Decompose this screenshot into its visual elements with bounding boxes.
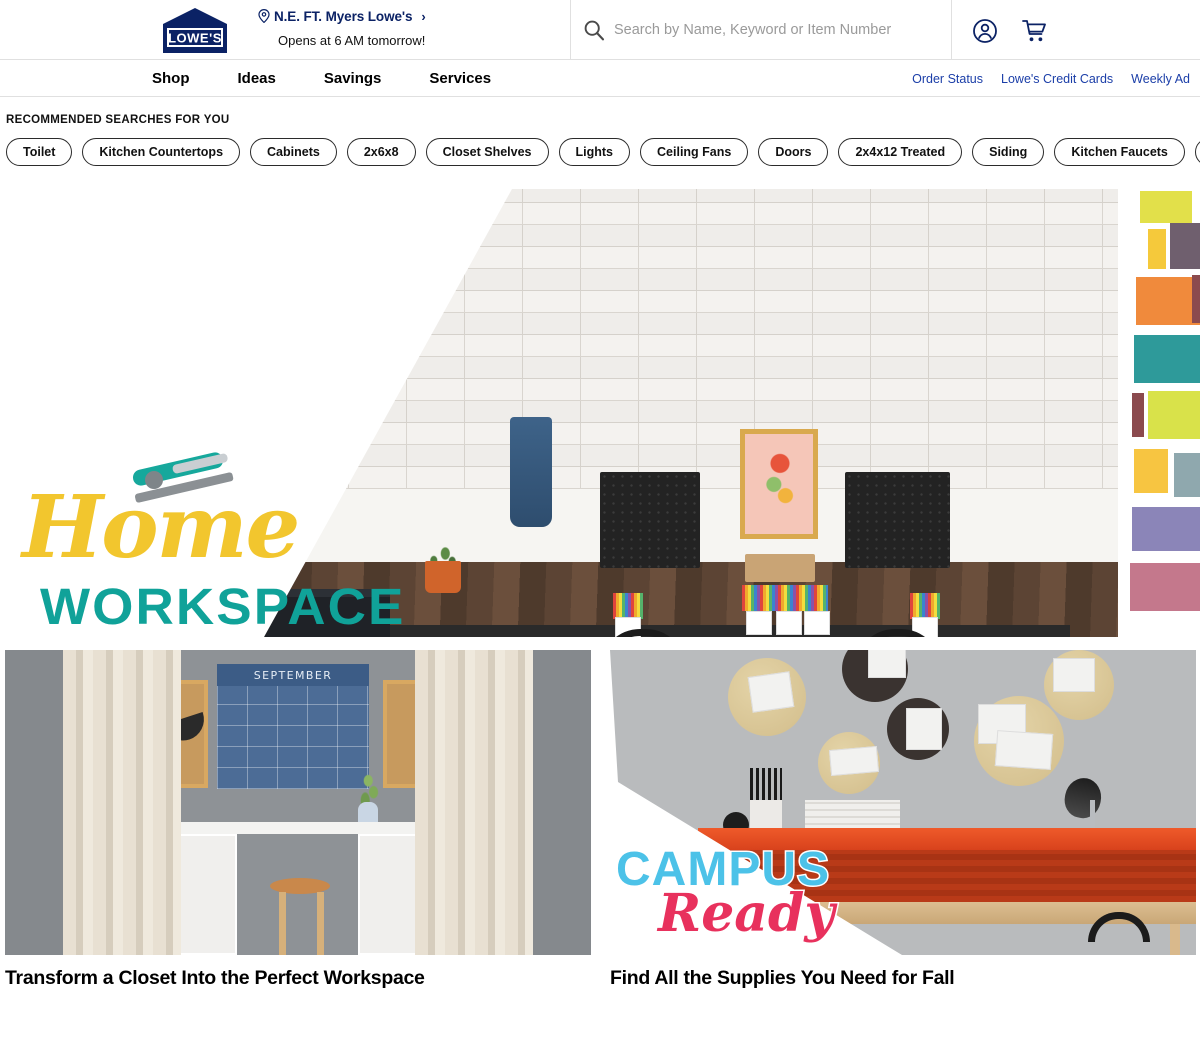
chip-ceiling-fans[interactable]: Ceiling Fans	[640, 138, 749, 166]
chip-toilet[interactable]: Toilet	[6, 138, 73, 166]
pinned-photo	[1053, 658, 1095, 692]
site-header: LOWE'S N.E. FT. Myers Lowe's › Opens at …	[0, 0, 1200, 60]
denim-jacket	[510, 417, 552, 527]
store-hours: Opens at 6 AM tomorrow!	[278, 33, 426, 48]
feature-card-closet[interactable]: SEPTEMBER Transform a Closet Into the Pe…	[5, 650, 591, 990]
hero-word-home: Home	[22, 477, 300, 578]
nav-link-order-status[interactable]: Order Status	[912, 72, 983, 86]
lowes-logo-icon: LOWE'S	[163, 8, 227, 53]
pencil-bundle	[750, 768, 782, 802]
chip-2x4x12-treated[interactable]: 2x4x12 Treated	[838, 138, 963, 166]
curtain-left	[63, 650, 181, 955]
card-title-closet[interactable]: Transform a Closet Into the Perfect Work…	[5, 967, 591, 990]
card-title-campus[interactable]: Find All the Supplies You Need for Fall	[610, 967, 1196, 990]
feature-card-row: SEPTEMBER Transform a Closet Into the Pe…	[0, 650, 1200, 990]
location-pin-icon	[258, 9, 270, 23]
campus-overlay-bottom: Ready	[657, 883, 837, 944]
pegboard-right	[845, 472, 950, 568]
pinned-photo	[747, 671, 795, 713]
chevron-right-icon: ›	[421, 8, 426, 24]
desk-leg	[1170, 924, 1180, 955]
search-input[interactable]	[614, 21, 934, 38]
hero-word-makeover: MAKEOVER	[40, 635, 289, 637]
primary-nav: Shop Ideas Savings Services	[152, 60, 491, 97]
nav-item-ideas[interactable]: Ideas	[238, 70, 276, 87]
chip-doors[interactable]: Doors	[758, 138, 829, 166]
store-name: N.E. FT. Myers Lowe's	[274, 8, 413, 24]
chip-2x6x8[interactable]: 2x6x8	[346, 138, 416, 166]
chip-closet-shelves[interactable]: Closet Shelves	[425, 138, 549, 166]
search-icon	[584, 20, 605, 40]
recommended-chip-row: Toilet Kitchen Countertops Cabinets 2x6x…	[6, 138, 1200, 166]
stool-leg	[317, 892, 324, 955]
pegboard-left	[600, 472, 700, 568]
nav-link-lowes-credit-cards[interactable]: Lowe's Credit Cards	[1001, 72, 1113, 86]
book-stack	[805, 800, 900, 830]
nav-link-weekly-ad[interactable]: Weekly Ad	[1131, 72, 1190, 86]
framed-art	[740, 429, 818, 539]
store-name-row[interactable]: N.E. FT. Myers Lowe's ›	[258, 7, 558, 25]
chip-kitchen-faucets[interactable]: Kitchen Faucets	[1054, 138, 1185, 166]
plant-leaves	[420, 519, 466, 565]
pinned-note	[828, 745, 880, 777]
terracotta-pot	[425, 561, 461, 593]
account-icon[interactable]	[972, 18, 998, 44]
curtain-right	[415, 650, 533, 955]
main-navigation: Shop Ideas Savings Services Order Status…	[0, 60, 1200, 97]
campus-desk-photo[interactable]: CAMPUS Ready	[610, 650, 1196, 955]
pinned-photo	[868, 650, 906, 678]
plant	[350, 760, 388, 806]
nav-item-savings[interactable]: Savings	[324, 70, 382, 87]
cart-icon[interactable]	[1021, 18, 1047, 44]
hero-banner[interactable]: Home WORKSPACE MAKEOVER Learn More	[0, 189, 1200, 637]
closet-workspace-photo[interactable]: SEPTEMBER	[5, 650, 591, 955]
hero-word-workspace: WORKSPACE	[40, 578, 406, 635]
chip-siding[interactable]: Siding	[972, 138, 1045, 166]
calendar-month-label: SEPTEMBER	[217, 664, 369, 686]
chip-cabinets[interactable]: Cabinets	[250, 138, 337, 166]
chip-lights[interactable]: Lights	[558, 138, 631, 166]
paint-swatch-panel	[1118, 189, 1200, 637]
header-icon-group	[972, 18, 1047, 44]
desk-shelf	[165, 822, 430, 834]
recommended-searches: RECOMMENDED SEARCHES FOR YOU Toilet Kitc…	[0, 97, 1200, 166]
chip-industrial-pipe[interactable]: Industrial Pipe	[1194, 138, 1200, 166]
search-bar[interactable]	[570, 0, 952, 59]
store-selector[interactable]: N.E. FT. Myers Lowe's › Opens at 6 AM to…	[258, 7, 558, 48]
nav-item-services[interactable]: Services	[429, 70, 491, 87]
campus-ready-overlay: CAMPUS Ready	[615, 844, 837, 944]
pinned-photo	[994, 730, 1054, 770]
lowes-logo[interactable]: LOWE'S	[155, 8, 235, 53]
kraft-paper-roll	[745, 554, 815, 582]
chip-kitchen-countertops[interactable]: Kitchen Countertops	[82, 138, 241, 166]
recommended-searches-title: RECOMMENDED SEARCHES FOR YOU	[6, 114, 230, 126]
wall-calendar: SEPTEMBER	[217, 664, 369, 789]
stool-leg	[279, 892, 286, 955]
utility-nav: Order Status Lowe's Credit Cards Weekly …	[912, 60, 1190, 97]
pinned-photo	[906, 708, 942, 750]
nav-item-shop[interactable]: Shop	[152, 70, 190, 87]
feature-card-campus[interactable]: CAMPUS Ready Find All the Supplies You N…	[610, 650, 1196, 990]
svg-text:LOWE'S: LOWE'S	[168, 31, 222, 46]
